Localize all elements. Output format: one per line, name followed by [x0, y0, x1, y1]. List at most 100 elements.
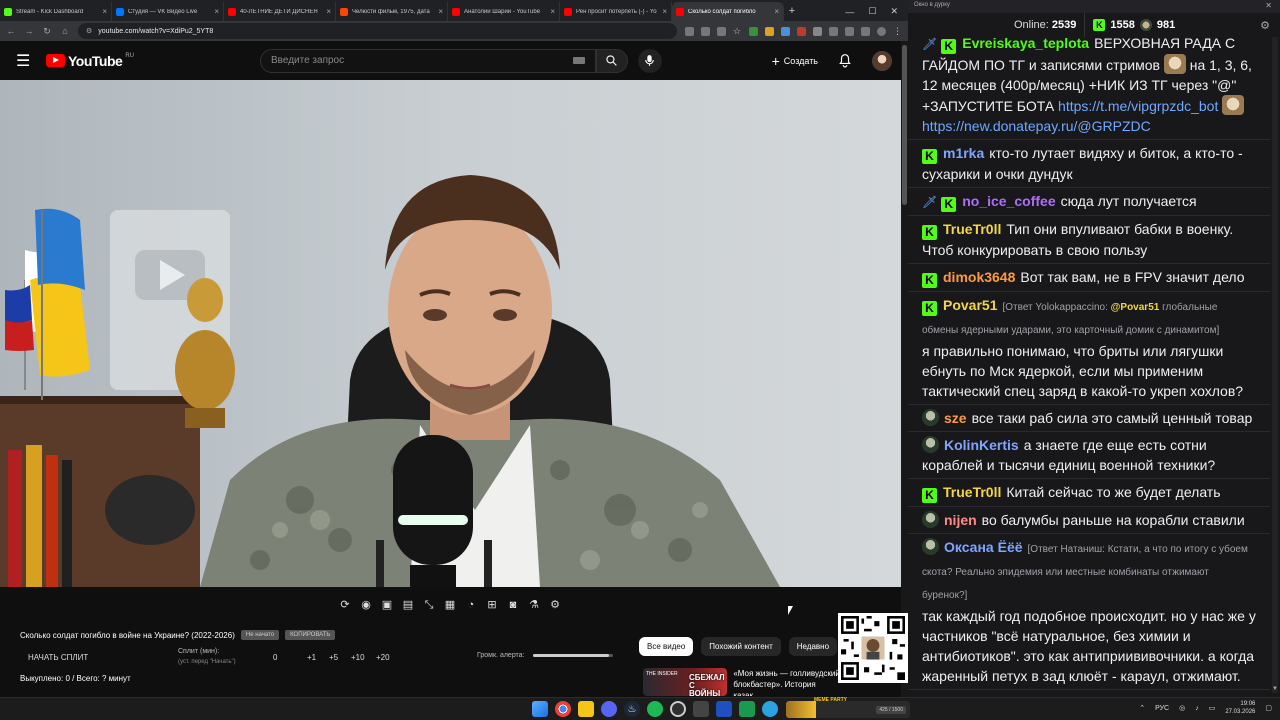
steam-icon[interactable]: ♨: [624, 701, 640, 717]
chat-username[interactable]: TrueTr0ll: [943, 484, 1001, 500]
app-icon[interactable]: [739, 701, 755, 717]
tray-expand-icon[interactable]: ⌃: [1139, 704, 1145, 712]
volume-icon[interactable]: ♪: [1195, 705, 1199, 712]
extension-icon[interactable]: [797, 26, 806, 36]
tab-close-icon[interactable]: ×: [326, 7, 331, 16]
notifications-icon[interactable]: ▢: [1265, 704, 1272, 712]
increment-10-button[interactable]: +10: [351, 653, 365, 662]
chip-related[interactable]: Похожий контент: [701, 637, 781, 656]
youtube-logo[interactable]: YouTube RU: [46, 53, 134, 69]
url-field[interactable]: ⚙ youtube.com/watch?v=XdiPu2_5YT8: [78, 23, 677, 39]
browser-tab[interactable]: 40-ЛЕТНИЕ ДЕТИ ДИСНЕЯ ×: [224, 2, 336, 21]
video-player[interactable]: [0, 80, 901, 587]
new-tab-button[interactable]: +: [784, 2, 800, 21]
recommended-video[interactable]: THE INSIDER СБЕЖАЛ С ВОЙНЫ «Моя жизнь — …: [643, 668, 843, 696]
alert-volume-slider[interactable]: [532, 654, 613, 657]
flask-icon[interactable]: ⚗: [527, 598, 541, 612]
tab-close-icon[interactable]: ×: [550, 7, 555, 16]
broadcast-icon[interactable]: ◉: [359, 598, 373, 612]
clock[interactable]: 19:06 27.03.2026: [1225, 700, 1255, 716]
extension-icon[interactable]: [781, 26, 790, 36]
tab-close-icon[interactable]: ×: [102, 7, 107, 16]
forward-icon[interactable]: →: [24, 26, 34, 36]
zoom-icon[interactable]: [701, 26, 710, 36]
extension-icon[interactable]: [813, 26, 822, 36]
tab-close-icon[interactable]: ×: [774, 7, 779, 16]
battery-icon[interactable]: ▭: [1209, 704, 1216, 712]
extension-icon[interactable]: [765, 26, 774, 36]
start-split-button[interactable]: НАЧАТЬ СПЛИТ: [28, 653, 88, 662]
chat-window-close-icon[interactable]: ✕: [1265, 1, 1272, 10]
chat-username[interactable]: nijen: [944, 512, 977, 528]
discord-icon[interactable]: [601, 701, 617, 717]
hamburger-menu-icon[interactable]: ☰: [16, 51, 36, 71]
sidebar-icon[interactable]: [861, 26, 870, 36]
clapper-icon[interactable]: ▤: [401, 598, 415, 612]
close-icon[interactable]: ✕: [890, 6, 898, 17]
browser-tab[interactable]: Рен просит потерпеть (-) - Yo ×: [560, 2, 672, 21]
reload-icon[interactable]: ↻: [42, 26, 52, 37]
recommended-title[interactable]: «Моя жизнь — голливудский блокбастер». И…: [733, 668, 843, 696]
chat-scroll-down-icon[interactable]: ▼: [1272, 686, 1278, 692]
telegram-icon[interactable]: [762, 701, 778, 717]
screenshot-icon[interactable]: ◙: [506, 598, 520, 612]
chat-scrollbar[interactable]: [1272, 37, 1278, 693]
chat-username[interactable]: no_ice_coffee: [962, 193, 1055, 209]
minimize-icon[interactable]: —: [845, 7, 854, 17]
bookmark-star-icon[interactable]: ☆: [733, 26, 742, 36]
increment-20-button[interactable]: +20: [376, 653, 390, 662]
page-scrollbar-thumb[interactable]: [902, 45, 907, 205]
download-icon[interactable]: [845, 26, 854, 36]
extension-icon[interactable]: [749, 26, 758, 36]
spotify-icon[interactable]: [647, 701, 663, 717]
resize-icon[interactable]: ⤡: [422, 598, 436, 612]
maximize-icon[interactable]: ☐: [868, 6, 876, 17]
browser-tab[interactable]: Челюсти фильм, 1975, дата ×: [336, 2, 448, 21]
filmstrip-icon[interactable]: ▦: [443, 598, 457, 612]
extensions-puzzle-icon[interactable]: [829, 26, 838, 36]
back-icon[interactable]: ←: [6, 26, 16, 36]
chip-recent[interactable]: Недавно: [788, 637, 838, 656]
chat-username[interactable]: m1rka: [943, 145, 984, 161]
copy-button[interactable]: КОПИРОВАТЬ: [285, 630, 336, 640]
recommended-thumbnail[interactable]: THE INSIDER СБЕЖАЛ С ВОЙНЫ: [643, 668, 728, 696]
chrome-icon[interactable]: [555, 701, 571, 717]
speed-gauge-icon[interactable]: ◔: [464, 598, 478, 612]
keyboard-icon[interactable]: [572, 57, 585, 64]
chat-username[interactable]: sze: [944, 410, 967, 426]
loop-icon[interactable]: ⟳: [338, 598, 352, 612]
split-value[interactable]: 0: [273, 653, 277, 662]
settings-gear-icon[interactable]: ⚙: [548, 598, 562, 612]
cast-icon[interactable]: [685, 26, 694, 36]
explorer-icon[interactable]: [578, 701, 594, 717]
tab-close-icon[interactable]: ×: [662, 7, 667, 16]
tab-close-icon[interactable]: ×: [214, 7, 219, 16]
not-started-button[interactable]: Не начато: [240, 630, 280, 640]
increment-5-button[interactable]: +5: [329, 653, 338, 662]
chat-username[interactable]: dimok3648: [943, 269, 1015, 285]
voice-search-button[interactable]: [637, 48, 662, 73]
browser-tab[interactable]: Сколько солдат погибло ×: [672, 2, 784, 21]
taskbar-media-widget[interactable]: MEME PARTY 425 / 1500: [786, 697, 910, 718]
chat-link[interactable]: https://t.me/vipgrpzdc_bot: [1058, 98, 1218, 114]
network-icon[interactable]: ◎: [1179, 704, 1185, 712]
profile-icon[interactable]: [877, 26, 886, 36]
share-icon[interactable]: [717, 26, 726, 36]
chat-username[interactable]: Evreiskaya_teplota: [962, 35, 1089, 51]
notifications-bell-icon[interactable]: [838, 53, 852, 68]
chat-username[interactable]: Povar51: [943, 297, 997, 313]
chat-username[interactable]: KolinKertis: [944, 437, 1019, 453]
account-avatar[interactable]: [872, 50, 892, 71]
search-input[interactable]: Введите запрос: [259, 48, 596, 73]
chip-all-videos[interactable]: Все видео: [639, 637, 694, 656]
create-button[interactable]: + Создать: [772, 53, 818, 69]
app-icon[interactable]: [693, 701, 709, 717]
language-indicator[interactable]: РУС: [1155, 705, 1169, 712]
record-icon[interactable]: ▣: [380, 598, 394, 612]
tab-close-icon[interactable]: ×: [438, 7, 443, 16]
windows-start-icon[interactable]: [532, 701, 548, 717]
add-frame-icon[interactable]: ⊞: [485, 598, 499, 612]
increment-1-button[interactable]: +1: [307, 653, 316, 662]
browser-tab[interactable]: Stream - Kick Dashboard ×: [0, 2, 112, 21]
chat-username[interactable]: Оксана Ёёё: [944, 539, 1023, 555]
